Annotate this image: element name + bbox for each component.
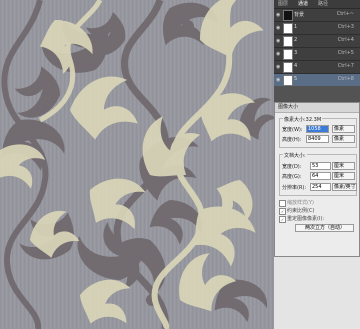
layers-panel-tabs: 图层 通道 路径 [274, 0, 360, 9]
eye-icon[interactable]: ◉ [276, 64, 282, 70]
eye-icon[interactable]: ◉ [276, 12, 282, 18]
layer-row-background[interactable]: ◉ 背景 Ctrl+~ [274, 9, 360, 22]
layer-thumbnail [283, 62, 293, 73]
pixel-dimensions-group: 像素大小:32.3M 宽度(W): 1058 像素 高度(H): 8409 像素 [279, 116, 357, 148]
pixel-height-unit-select[interactable]: 像素 [332, 135, 355, 143]
eye-icon[interactable]: ◉ [276, 38, 282, 44]
doc-width-label: 宽度(D): [282, 164, 302, 170]
layer-name: 4 [294, 63, 298, 69]
eye-icon[interactable]: ◉ [276, 25, 282, 31]
constrain-proportions-checkbox[interactable]: ✓ [279, 208, 286, 215]
tab-layers[interactable]: 图层 [278, 0, 288, 8]
dialog-lower-area [274, 257, 360, 329]
layer-name: 背景 [294, 12, 305, 18]
layer-name: 1 [294, 24, 298, 30]
layer-shortcut: Ctrl+4 [337, 37, 354, 43]
doc-width-unit-select[interactable]: 厘米 [332, 162, 355, 170]
layer-shortcut: Ctrl+5 [337, 50, 354, 56]
scale-styles-checkbox[interactable] [279, 200, 286, 207]
resolution-label: 分辨率(R): [282, 185, 307, 191]
layer-thumbnail [283, 10, 293, 21]
pixel-height-label: 高度(H): [282, 137, 302, 143]
resolution-unit-select[interactable]: 像素/英寸 [332, 183, 357, 191]
pixel-width-input[interactable]: 1058 [306, 125, 329, 133]
pixel-width-label: 宽度(W): [282, 127, 303, 133]
resample-checkbox[interactable]: ✓ [279, 216, 286, 223]
layer-shortcut: Ctrl+7 [337, 63, 354, 69]
doc-height-input[interactable]: 64 [310, 172, 331, 180]
layer-shortcut: Ctrl+3 [337, 24, 354, 30]
resample-method-select[interactable]: 两次立方（自动） [295, 224, 354, 232]
doc-width-input[interactable]: 53 [310, 162, 331, 170]
pixel-dimensions-legend: 像素大小:32.3M [283, 116, 323, 123]
damask-pattern-image [0, 0, 274, 329]
doc-height-label: 高度(G): [282, 174, 302, 180]
layer-thumbnail [283, 75, 293, 86]
image-size-dialog: 图像大小 像素大小:32.3M 宽度(W): 1058 像素 高度(H): 84… [274, 102, 360, 257]
resample-label: 重定图像像素(I): [287, 216, 325, 222]
layer-row-3[interactable]: ◉ 3 Ctrl+5 [274, 48, 360, 61]
doc-height-unit-select[interactable]: 厘米 [332, 172, 355, 180]
layer-name: 5 [294, 76, 298, 82]
layer-row-2[interactable]: ◉ 2 Ctrl+4 [274, 35, 360, 48]
document-size-group: 文档大小: 宽度(D): 53 厘米 高度(G): 64 厘米 分辨率(R): … [279, 152, 357, 196]
scale-styles-label: 缩放样式(Y) [287, 200, 314, 206]
layer-thumbnail [283, 49, 293, 60]
layer-row-1[interactable]: ◉ 1 Ctrl+3 [274, 22, 360, 35]
pixel-height-input[interactable]: 8409 [306, 135, 329, 143]
eye-icon[interactable]: ◉ [276, 51, 282, 57]
constrain-proportions-label: 约束比例(C) [287, 208, 315, 214]
layer-row-4[interactable]: ◉ 4 Ctrl+7 [274, 61, 360, 74]
layer-shortcut: Ctrl+8 [337, 76, 354, 82]
dialog-title: 图像大小 [275, 103, 359, 113]
document-size-legend: 文档大小: [283, 152, 307, 159]
layer-name: 2 [294, 37, 298, 43]
layer-thumbnail [283, 36, 293, 47]
tab-paths[interactable]: 路径 [318, 0, 328, 8]
layer-thumbnail [283, 23, 293, 34]
document-canvas[interactable] [0, 0, 274, 329]
resolution-input[interactable]: 254 [310, 183, 331, 191]
pixel-width-unit-select[interactable]: 像素 [332, 125, 355, 133]
tab-channels[interactable]: 通道 [298, 0, 308, 8]
layer-shortcut: Ctrl+~ [336, 11, 354, 17]
panel-empty-area [274, 86, 360, 102]
eye-icon[interactable]: ◉ [276, 77, 282, 83]
layer-name: 3 [294, 50, 298, 56]
